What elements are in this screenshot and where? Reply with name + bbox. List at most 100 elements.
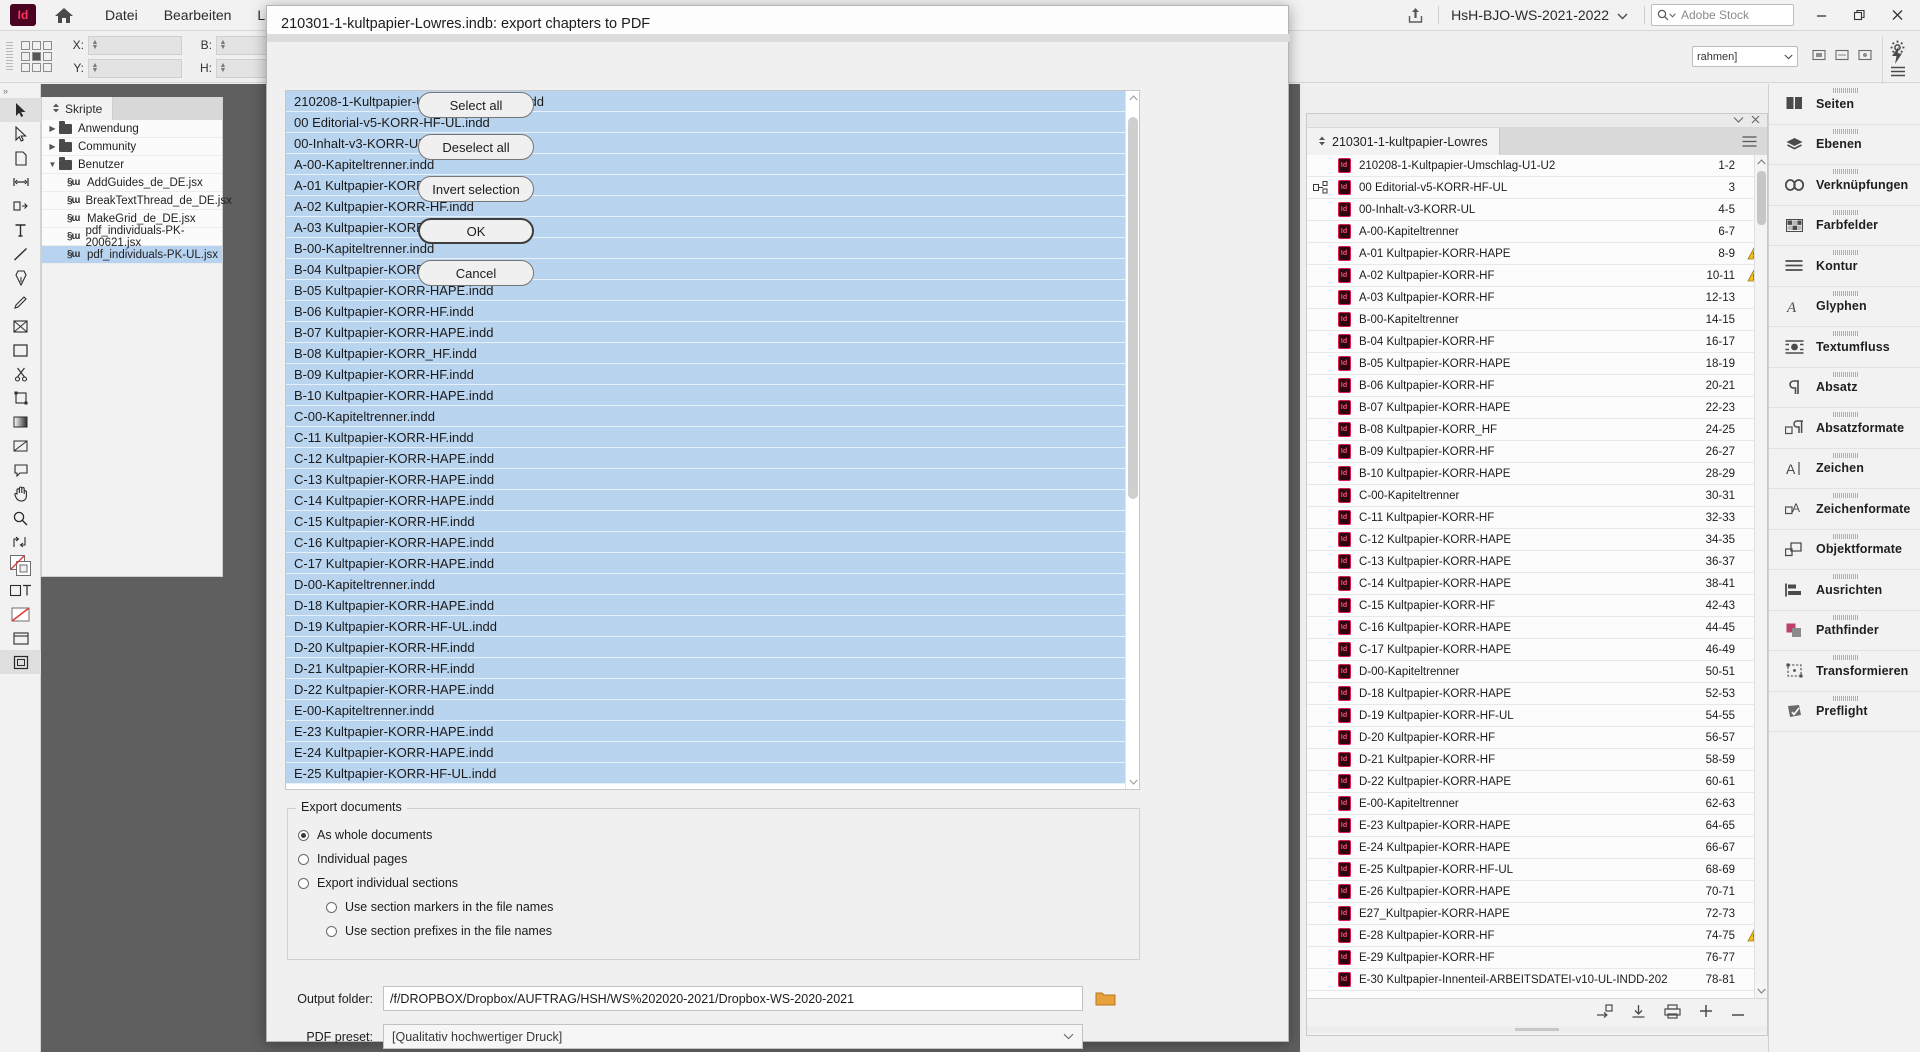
tool-gap[interactable] (0, 170, 41, 194)
document-list-item[interactable]: E-24 Kultpapier-KORR-HAPE.indd (286, 742, 1125, 763)
book-document-row[interactable]: Id C-15 Kultpapier-KORR-HF 42-43 (1307, 595, 1767, 617)
dock-item-absatz[interactable]: Absatz (1769, 368, 1920, 408)
radio-button[interactable] (298, 877, 309, 889)
tab-book[interactable]: 210301-1-kultpapier-Lowres (1307, 128, 1500, 155)
browse-folder-icon[interactable] (1093, 988, 1117, 1010)
book-document-row[interactable]: Id B-06 Kultpapier-KORR-HF 20-21 (1307, 375, 1767, 397)
book-document-row[interactable]: Id E-25 Kultpapier-KORR-HF-UL 68-69 (1307, 859, 1767, 881)
invert-selection-button[interactable]: Invert selection (418, 176, 534, 202)
tool-type[interactable] (0, 218, 41, 242)
scrollbar-thumb[interactable] (1128, 117, 1138, 499)
dock-item-kontur[interactable]: Kontur (1769, 246, 1920, 287)
document-list-item[interactable]: A-01 Kultpapier-KORR-HAPE.indd (286, 175, 1125, 196)
tool-selection[interactable] (0, 98, 41, 122)
document-list-item[interactable]: C-16 Kultpapier-KORR-HAPE.indd (286, 532, 1125, 553)
reference-point-proxy[interactable] (21, 41, 52, 72)
save-book-icon[interactable] (1631, 1004, 1646, 1022)
stepper-icon[interactable]: ▲ ▼ (89, 39, 101, 51)
book-document-row[interactable]: Id B-10 Kultpapier-KORR-HAPE 28-29 (1307, 463, 1767, 485)
dock-item-grip[interactable] (1833, 371, 1859, 377)
document-list-item[interactable]: D-00-Kapiteltrenner.indd (286, 574, 1125, 595)
document-list-item[interactable]: B-04 Kultpapier-KORR-HF.indd (286, 259, 1125, 280)
tool-zoom[interactable] (0, 506, 41, 530)
scripts-folder-row[interactable]: ▶ Anwendung (42, 120, 222, 138)
document-list-item[interactable]: 210208-1-Kultpapier-Umschlag-U1-U2.indd (286, 91, 1125, 112)
menu-bearbeiten[interactable]: Bearbeiten (151, 0, 245, 31)
fit-frame-icon[interactable] (1835, 49, 1849, 64)
document-list-item[interactable]: D-20 Kultpapier-KORR-HF.indd (286, 637, 1125, 658)
y-input[interactable]: ▲ ▼ (88, 58, 182, 78)
scripts-file-row[interactable]: §ɯ pdf_individuals-PK-UL.jsx (42, 246, 222, 264)
tool-line[interactable] (0, 242, 41, 266)
scroll-down-icon[interactable] (1126, 775, 1140, 789)
book-document-row[interactable]: Id B-05 Kultpapier-KORR-HAPE 18-19 (1307, 353, 1767, 375)
book-document-row[interactable]: Id 00-Inhalt-v3-KORR-UL 4-5 (1307, 199, 1767, 221)
chevron-right-icon[interactable]: ▶ (46, 124, 59, 133)
dock-item-grip[interactable] (1833, 250, 1859, 256)
document-list-item[interactable]: B-05 Kultpapier-KORR-HAPE.indd (286, 280, 1125, 301)
tool-content-collector[interactable] (0, 194, 41, 218)
dock-item-grip[interactable] (1833, 614, 1859, 620)
dock-item-ebenen[interactable]: Ebenen (1769, 125, 1920, 165)
share-icon[interactable] (1398, 7, 1432, 24)
collapse-icon[interactable] (1733, 116, 1744, 126)
menu-datei[interactable]: Datei (92, 0, 151, 31)
tool-gradient-swatch[interactable] (0, 410, 41, 434)
dock-item-transformieren[interactable]: Transformieren (1769, 651, 1920, 692)
book-document-row[interactable]: Id C-12 Kultpapier-KORR-HAPE 34-35 (1307, 529, 1767, 551)
book-document-row[interactable]: Id D-20 Kultpapier-KORR-HF 56-57 (1307, 727, 1767, 749)
remove-document-icon[interactable] (1731, 1005, 1745, 1020)
dock-item-zeichenformate[interactable]: A Zeichenformate (1769, 489, 1920, 530)
tool-apply-none[interactable] (0, 602, 41, 626)
document-list-item[interactable]: C-12 Kultpapier-KORR-HAPE.indd (286, 448, 1125, 469)
window-restore-button[interactable] (1840, 0, 1878, 31)
book-document-row[interactable]: Id C-13 Kultpapier-KORR-HAPE 36-37 (1307, 551, 1767, 573)
dock-item-objektformate[interactable]: Objektformate (1769, 530, 1920, 570)
scrollbar-thumb[interactable] (1757, 171, 1766, 225)
documents-list-scrollbar[interactable] (1125, 91, 1139, 789)
scripts-file-row[interactable]: §ɯ BreakTextThread_de_DE.jsx (42, 192, 232, 210)
tab-skripte[interactable]: Skripte (42, 97, 114, 120)
book-documents-list[interactable]: Id 210208-1-Kultpapier-Umschlag-U1-U2 1-2 I… (1307, 155, 1767, 998)
book-document-row[interactable]: Id B-08 Kultpapier-KORR_HF 24-25 (1307, 419, 1767, 441)
dock-item-grip[interactable] (1833, 88, 1859, 94)
book-document-row[interactable]: Id B-07 Kultpapier-KORR-HAPE 22-23 (1307, 397, 1767, 419)
book-document-row[interactable]: Id 00 Editorial-v5-KORR-HF-UL 3 (1307, 177, 1767, 199)
stepper-icon[interactable]: ▲ ▼ (89, 62, 101, 74)
gear-icon[interactable] (1890, 40, 1905, 58)
close-icon[interactable] (1751, 115, 1760, 126)
document-list-item[interactable]: D-21 Kultpapier-KORR-HF.indd (286, 658, 1125, 679)
document-list-item[interactable]: C-00-Kapiteltrenner.indd (286, 406, 1125, 427)
document-list-item[interactable]: D-19 Kultpapier-KORR-HF-UL.indd (286, 616, 1125, 637)
book-document-row[interactable]: Id B-09 Kultpapier-KORR-HF 26-27 (1307, 441, 1767, 463)
book-document-row[interactable]: Id E-29 Kultpapier-KORR-HF 76-77 (1307, 947, 1767, 969)
dock-item-pathfinder[interactable]: Pathfinder (1769, 611, 1920, 651)
adobe-stock-search[interactable]: Adobe Stock (1651, 4, 1794, 26)
dock-item-grip[interactable] (1833, 493, 1859, 499)
tool-scissors[interactable] (0, 362, 41, 386)
dock-item-grip[interactable] (1833, 655, 1859, 661)
document-list-item[interactable]: 00 Editorial-v5-KORR-HF-UL.indd (286, 112, 1125, 133)
tool-gradient-feather[interactable] (0, 434, 41, 458)
tool-free-transform[interactable] (0, 386, 41, 410)
book-document-row[interactable]: Id A-02 Kultpapier-KORR-HF 10-11 (1307, 265, 1767, 287)
select-all-button[interactable]: Select all (418, 92, 534, 118)
dock-item-grip[interactable] (1833, 209, 1859, 215)
center-content-icon[interactable] (1858, 49, 1872, 64)
scripts-file-row[interactable]: §ɯ pdf_individuals-PK-200621.jsx (42, 225, 222, 249)
export-option-use-section-markers-in-the-file-names[interactable]: Use section markers in the file names (326, 895, 1139, 919)
tool-direct-selection[interactable] (0, 122, 41, 146)
document-list-item[interactable]: B-10 Kultpapier-KORR-HAPE.indd (286, 385, 1125, 406)
document-list-item[interactable]: C-15 Kultpapier-KORR-HF.indd (286, 511, 1125, 532)
radio-button[interactable] (298, 829, 309, 841)
output-folder-input[interactable]: /f/DROPBOX/Dropbox/AUFTRAG/HSH/WS%202020… (383, 986, 1083, 1011)
document-list-item[interactable]: E-25 Kultpapier-KORR-HF-UL.indd (286, 763, 1125, 784)
x-input[interactable]: ▲ ▼ (88, 35, 182, 55)
document-list-item[interactable]: 00-Inhalt-v3-KORR-UL.indd (286, 133, 1125, 154)
book-document-row[interactable]: Id D-19 Kultpapier-KORR-HF-UL 54-55 (1307, 705, 1767, 727)
print-book-icon[interactable] (1664, 1003, 1681, 1022)
deselect-all-button[interactable]: Deselect all (418, 134, 534, 160)
book-document-row[interactable]: Id D-00-Kapiteltrenner 50-51 (1307, 661, 1767, 683)
book-document-row[interactable]: Id E-28 Kultpapier-KORR-HF 74-75 (1307, 925, 1767, 947)
tool-fill-stroke-swap[interactable] (0, 530, 41, 554)
